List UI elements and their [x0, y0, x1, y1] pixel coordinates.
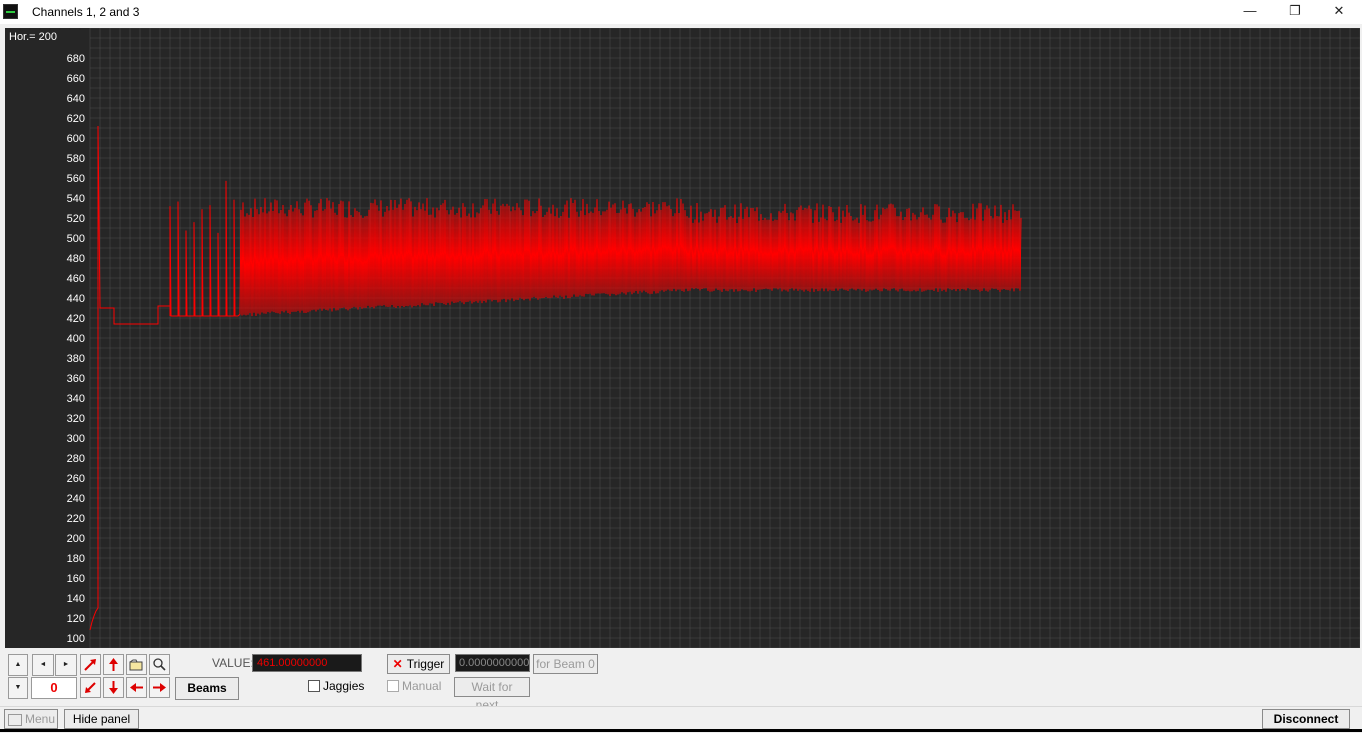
expand-diagonal-icon[interactable] [80, 654, 101, 675]
y-tick-label: 160 [67, 573, 85, 585]
y-tick-label: 620 [67, 113, 85, 125]
wait-for-next-button[interactable]: Wait for next... [454, 677, 530, 712]
y-tick-label: 240 [67, 493, 85, 505]
y-tick-label: 460 [67, 273, 85, 285]
y-tick-label: 560 [67, 173, 85, 185]
scroll-right-button[interactable]: ► [55, 654, 77, 676]
y-tick-label: 440 [67, 293, 85, 305]
y-tick-label: 280 [67, 453, 85, 465]
y-tick-label: 260 [67, 473, 85, 485]
shrink-diagonal-icon[interactable] [80, 677, 101, 698]
oscilloscope-app-icon [3, 4, 18, 19]
arrow-left-icon[interactable] [126, 677, 147, 698]
arrow-down-icon[interactable] [103, 677, 124, 698]
window-title: Channels 1, 2 and 3 [32, 5, 140, 19]
manual-checkbox[interactable] [387, 680, 399, 692]
y-tick-label: 120 [67, 613, 85, 625]
value-label: VALUE: [212, 656, 254, 670]
y-tick-label: 300 [67, 433, 85, 445]
scroll-left-button[interactable]: ◄ [32, 654, 54, 676]
menu-label: Menu [25, 712, 56, 726]
y-tick-label: 640 [67, 93, 85, 105]
y-axis-ticks: 680 660 640 620 600 580 560 540 520 500 480 460 440 4… [67, 53, 85, 645]
beam-number-display[interactable]: 0 [31, 677, 77, 699]
value-field[interactable]: 461.00000000 [252, 654, 362, 672]
y-tick-label: 200 [67, 533, 85, 545]
y-tick-label: 480 [67, 253, 85, 265]
close-button[interactable]: ✕ [1316, 0, 1362, 24]
y-tick-label: 420 [67, 313, 85, 325]
horizontal-scale-label: Hor.= 200 [9, 31, 58, 43]
trigger-label: Trigger [406, 657, 445, 671]
scroll-down-button[interactable]: ▼ [8, 677, 28, 699]
menu-button[interactable]: Menu [4, 709, 58, 729]
y-tick-label: 140 [67, 593, 85, 605]
y-tick-label: 180 [67, 553, 85, 565]
y-tick-label: 600 [67, 133, 85, 145]
trigger-button[interactable]: ✕ Trigger [387, 654, 450, 674]
manual-label: Manual [402, 679, 442, 693]
y-tick-label: 500 [67, 233, 85, 245]
beams-button[interactable]: Beams [175, 677, 239, 700]
menu-icon [8, 713, 22, 726]
y-tick-label: 380 [67, 353, 85, 365]
scope-plot: 680 660 640 620 600 580 560 540 520 500 480 460 440 4… [67, 28, 1360, 648]
close-x-icon: ✕ [392, 657, 403, 671]
y-tick-label: 660 [67, 73, 85, 85]
y-tick-label: 220 [67, 513, 85, 525]
disconnect-button[interactable]: Disconnect [1262, 709, 1350, 729]
y-tick-label: 360 [67, 373, 85, 385]
trigger-value-field[interactable]: 0.0000000000 [455, 654, 530, 672]
jaggies-label: Jaggies [323, 679, 365, 693]
hide-panel-button[interactable]: Hide panel [64, 709, 139, 729]
scroll-up-button[interactable]: ▲ [8, 654, 28, 676]
y-tick-label: 400 [67, 333, 85, 345]
minimize-button[interactable]: — [1227, 0, 1273, 24]
jaggies-checkbox[interactable] [308, 680, 320, 692]
y-tick-label: 320 [67, 413, 85, 425]
y-tick-label: 340 [67, 393, 85, 405]
scope-grid [89, 28, 1360, 648]
open-folder-icon[interactable] [126, 654, 147, 675]
arrow-right-icon[interactable] [149, 677, 170, 698]
y-tick-label: 580 [67, 153, 85, 165]
arrow-up-icon[interactable] [103, 654, 124, 675]
y-tick-label: 680 [67, 53, 85, 65]
y-tick-label: 100 [67, 633, 85, 645]
y-tick-label: 520 [67, 213, 85, 225]
y-tick-label: 540 [67, 193, 85, 205]
scope-display[interactable]: 680 660 640 620 600 580 560 540 520 500 480 460 440 4… [5, 28, 1360, 648]
for-beam-button[interactable]: for Beam 0 [533, 654, 598, 674]
zoom-icon[interactable] [149, 654, 170, 675]
control-panel: ▲ ▼ ◄ ► 0 Beams VALUE: 461.00000000 Jagg… [0, 649, 1362, 712]
title-bar: Channels 1, 2 and 3 — ❐ ✕ [0, 0, 1362, 24]
restore-button[interactable]: ❐ [1272, 0, 1318, 24]
